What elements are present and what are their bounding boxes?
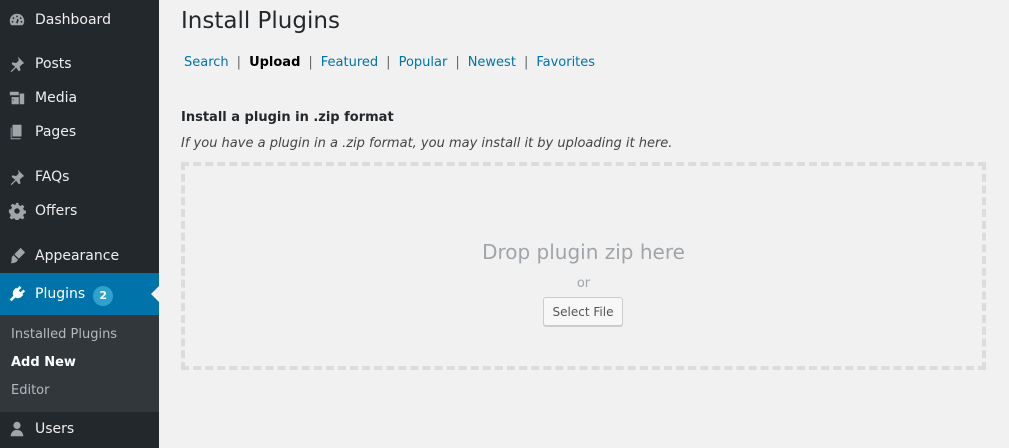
submenu-item-add-new[interactable]: Add New xyxy=(11,355,76,370)
select-file-button[interactable]: Select File xyxy=(543,297,623,326)
plugin-filter-links: Search | Upload | Featured | Popular | N… xyxy=(184,55,595,70)
menu-label: Posts xyxy=(35,56,72,72)
filter-popular[interactable]: Popular xyxy=(399,55,448,70)
submenu-item-editor[interactable]: Editor xyxy=(11,383,49,398)
user-icon xyxy=(8,420,26,438)
plug-icon xyxy=(8,285,26,303)
menu-label: Users xyxy=(35,421,75,437)
dashboard-icon xyxy=(8,11,26,29)
menu-label: Plugins xyxy=(35,286,86,302)
filter-separator: | xyxy=(523,55,529,70)
submenu-item-installed-plugins[interactable]: Installed Plugins xyxy=(11,327,117,342)
page-title: Install Plugins xyxy=(181,8,340,34)
update-count-badge: 2 xyxy=(93,286,114,306)
upload-heading: Install a plugin in .zip format xyxy=(181,110,394,125)
menu-label: Media xyxy=(35,90,78,106)
menu-item-posts[interactable]: Posts xyxy=(0,47,159,81)
filter-separator: | xyxy=(236,55,242,70)
filter-favorites[interactable]: Favorites xyxy=(536,55,595,70)
plugin-drop-zone[interactable]: Drop plugin zip here or Select File xyxy=(181,162,986,370)
pin-icon xyxy=(8,168,26,186)
filter-search[interactable]: Search xyxy=(184,55,229,70)
pages-icon xyxy=(8,123,26,141)
filter-separator: | xyxy=(455,55,460,70)
filter-separator: | xyxy=(308,55,313,70)
menu-label: Dashboard xyxy=(35,12,111,28)
plugins-submenu: Installed Plugins Add New Editor xyxy=(0,315,159,412)
menu-item-offers[interactable]: Offers xyxy=(0,194,159,228)
menu-item-media[interactable]: Media xyxy=(0,81,159,115)
menu-label: Appearance xyxy=(35,248,120,264)
filter-upload[interactable]: Upload xyxy=(249,55,300,70)
menu-label: Offers xyxy=(35,203,78,219)
gear-icon xyxy=(8,202,26,220)
menu-item-plugins[interactable]: Plugins 2 xyxy=(0,273,159,315)
menu-item-appearance[interactable]: Appearance xyxy=(0,239,159,273)
drop-zone-or: or xyxy=(576,276,591,291)
filter-featured[interactable]: Featured xyxy=(321,55,378,70)
filter-separator: | xyxy=(386,55,391,70)
media-icon xyxy=(8,89,26,107)
menu-item-dashboard[interactable]: Dashboard xyxy=(0,3,159,37)
menu-label: FAQs xyxy=(35,169,70,185)
upload-description: If you have a plugin in a .zip format, y… xyxy=(181,136,673,151)
pin-icon xyxy=(8,55,26,73)
menu-item-users[interactable]: Users xyxy=(0,412,159,446)
filter-newest[interactable]: Newest xyxy=(468,55,516,70)
menu-label: Pages xyxy=(35,124,77,140)
menu-item-pages[interactable]: Pages xyxy=(0,115,159,149)
admin-sidebar: Dashboard Posts Media Pages FAQs Offers xyxy=(0,0,159,448)
brush-icon xyxy=(8,247,26,265)
drop-zone-text: Drop plugin zip here xyxy=(482,240,685,264)
menu-item-faqs[interactable]: FAQs xyxy=(0,160,159,194)
